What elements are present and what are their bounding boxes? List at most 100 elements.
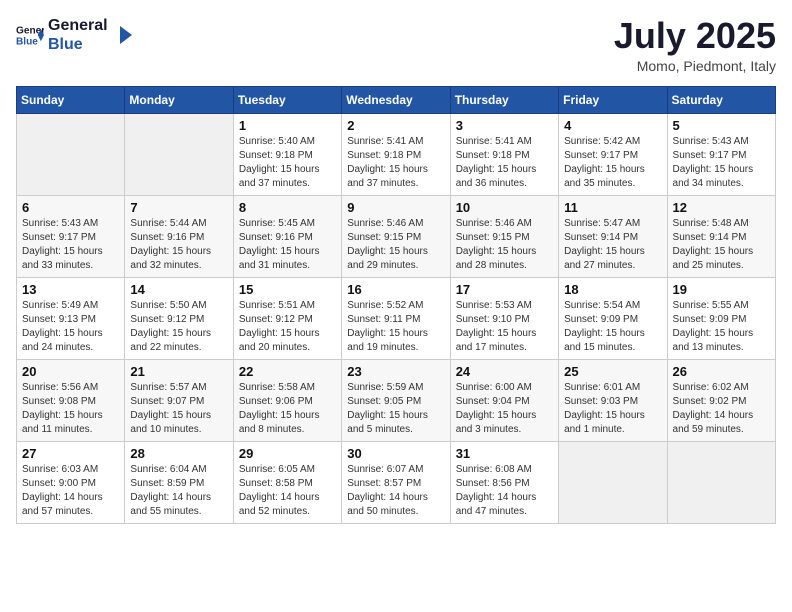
calendar-cell: 17 Sunrise: 5:53 AM Sunset: 9:10 PM Dayli…	[450, 277, 558, 359]
day-info: Sunrise: 5:55 AM Sunset: 9:09 PM Dayligh…	[673, 299, 770, 355]
calendar-cell	[17, 113, 125, 195]
calendar-cell: 14 Sunrise: 5:50 AM Sunset: 9:12 PM Dayli…	[125, 277, 233, 359]
calendar-cell: 12 Sunrise: 5:48 AM Sunset: 9:14 PM Dayli…	[667, 195, 775, 277]
calendar-week-row: 27Sunrise: 6:03 AM Sunset: 9:00 PM Dayli…	[17, 441, 776, 523]
weekday-header-friday: Friday	[559, 86, 667, 113]
weekday-header-monday: Monday	[125, 86, 233, 113]
day-info: Sunrise: 5:56 AM Sunset: 9:08 PM Dayligh…	[22, 381, 119, 437]
calendar-week-row: 1Sunrise: 5:40 AM Sunset: 9:18 PM Daylig…	[17, 113, 776, 195]
calendar-cell: 7 Sunrise: 5:44 AM Sunset: 9:16 PM Daylig…	[125, 195, 233, 277]
day-number: 15	[239, 282, 336, 297]
calendar-cell: 16Sunrise: 5:52 AM Sunset: 9:11 PM Dayli…	[342, 277, 450, 359]
day-info: Sunrise: 5:59 AM Sunset: 9:05 PM Dayligh…	[347, 381, 444, 437]
calendar-cell: 31Sunrise: 6:08 AM Sunset: 8:56 PM Dayli…	[450, 441, 558, 523]
day-number: 6	[22, 200, 119, 215]
logo-general-text: General	[48, 16, 108, 35]
day-info: Sunrise: 5:53 AM Sunset: 9:10 PM Dayligh…	[456, 299, 553, 355]
day-number: 14	[130, 282, 227, 297]
day-info: Sunrise: 6:01 AM Sunset: 9:03 PM Dayligh…	[564, 381, 661, 437]
day-info: Sunrise: 6:03 AM Sunset: 9:00 PM Dayligh…	[22, 463, 119, 519]
calendar-cell: 1Sunrise: 5:40 AM Sunset: 9:18 PM Daylig…	[233, 113, 341, 195]
day-number: 9	[347, 200, 444, 215]
day-info: Sunrise: 5:48 AM Sunset: 9:14 PM Dayligh…	[673, 217, 770, 273]
day-number: 1	[239, 118, 336, 133]
day-info: Sunrise: 5:44 AM Sunset: 9:16 PM Dayligh…	[130, 217, 227, 273]
logo: General Blue General Blue	[16, 16, 134, 54]
calendar-cell: 6 Sunrise: 5:43 AM Sunset: 9:17 PM Daylig…	[17, 195, 125, 277]
calendar-cell: 25 Sunrise: 6:01 AM Sunset: 9:03 PM Dayli…	[559, 359, 667, 441]
day-number: 26	[673, 364, 770, 379]
day-number: 23	[347, 364, 444, 379]
day-number: 24	[456, 364, 553, 379]
calendar-cell: 18 Sunrise: 5:54 AM Sunset: 9:09 PM Dayli…	[559, 277, 667, 359]
day-info: Sunrise: 5:46 AM Sunset: 9:15 PM Dayligh…	[347, 217, 444, 273]
day-number: 17	[456, 282, 553, 297]
weekday-header-thursday: Thursday	[450, 86, 558, 113]
day-number: 18	[564, 282, 661, 297]
day-number: 19	[673, 282, 770, 297]
day-number: 7	[130, 200, 227, 215]
day-number: 11	[564, 200, 661, 215]
calendar-cell: 10 Sunrise: 5:46 AM Sunset: 9:15 PM Dayli…	[450, 195, 558, 277]
calendar-cell: 13Sunrise: 5:49 AM Sunset: 9:13 PM Dayli…	[17, 277, 125, 359]
day-info: Sunrise: 5:54 AM Sunset: 9:09 PM Dayligh…	[564, 299, 661, 355]
weekday-header-row: SundayMondayTuesdayWednesdayThursdayFrid…	[17, 86, 776, 113]
location: Momo, Piedmont, Italy	[614, 58, 776, 74]
day-info: Sunrise: 5:46 AM Sunset: 9:15 PM Dayligh…	[456, 217, 553, 273]
calendar-cell: 24Sunrise: 6:00 AM Sunset: 9:04 PM Dayli…	[450, 359, 558, 441]
day-number: 12	[673, 200, 770, 215]
calendar-cell: 27Sunrise: 6:03 AM Sunset: 9:00 PM Dayli…	[17, 441, 125, 523]
day-number: 31	[456, 446, 553, 461]
calendar-cell: 29 Sunrise: 6:05 AM Sunset: 8:58 PM Dayli…	[233, 441, 341, 523]
day-number: 30	[347, 446, 444, 461]
weekday-header-wednesday: Wednesday	[342, 86, 450, 113]
day-info: Sunrise: 6:05 AM Sunset: 8:58 PM Dayligh…	[239, 463, 336, 519]
day-info: Sunrise: 6:07 AM Sunset: 8:57 PM Dayligh…	[347, 463, 444, 519]
day-number: 28	[130, 446, 227, 461]
calendar-cell: 9 Sunrise: 5:46 AM Sunset: 9:15 PM Daylig…	[342, 195, 450, 277]
day-number: 22	[239, 364, 336, 379]
day-info: Sunrise: 5:41 AM Sunset: 9:18 PM Dayligh…	[456, 135, 553, 191]
day-info: Sunrise: 6:04 AM Sunset: 8:59 PM Dayligh…	[130, 463, 227, 519]
day-number: 3	[456, 118, 553, 133]
calendar-cell: 4Sunrise: 5:42 AM Sunset: 9:17 PM Daylig…	[559, 113, 667, 195]
calendar-cell: 3 Sunrise: 5:41 AM Sunset: 9:18 PM Daylig…	[450, 113, 558, 195]
day-number: 29	[239, 446, 336, 461]
weekday-header-sunday: Sunday	[17, 86, 125, 113]
calendar-cell: 30 Sunrise: 6:07 AM Sunset: 8:57 PM Dayli…	[342, 441, 450, 523]
day-info: Sunrise: 5:51 AM Sunset: 9:12 PM Dayligh…	[239, 299, 336, 355]
calendar-week-row: 20Sunrise: 5:56 AM Sunset: 9:08 PM Dayli…	[17, 359, 776, 441]
calendar-cell: 20Sunrise: 5:56 AM Sunset: 9:08 PM Dayli…	[17, 359, 125, 441]
day-number: 2	[347, 118, 444, 133]
day-info: Sunrise: 6:02 AM Sunset: 9:02 PM Dayligh…	[673, 381, 770, 437]
day-number: 10	[456, 200, 553, 215]
day-number: 25	[564, 364, 661, 379]
calendar-cell: 23 Sunrise: 5:59 AM Sunset: 9:05 PM Dayli…	[342, 359, 450, 441]
title-block: July 2025 Momo, Piedmont, Italy	[614, 16, 776, 74]
weekday-header-saturday: Saturday	[667, 86, 775, 113]
calendar-cell: 15 Sunrise: 5:51 AM Sunset: 9:12 PM Dayli…	[233, 277, 341, 359]
day-info: Sunrise: 5:58 AM Sunset: 9:06 PM Dayligh…	[239, 381, 336, 437]
day-info: Sunrise: 5:43 AM Sunset: 9:17 PM Dayligh…	[22, 217, 119, 273]
calendar-week-row: 13Sunrise: 5:49 AM Sunset: 9:13 PM Dayli…	[17, 277, 776, 359]
calendar-cell: 26 Sunrise: 6:02 AM Sunset: 9:02 PM Dayli…	[667, 359, 775, 441]
day-info: Sunrise: 5:50 AM Sunset: 9:12 PM Dayligh…	[130, 299, 227, 355]
calendar-cell: 11Sunrise: 5:47 AM Sunset: 9:14 PM Dayli…	[559, 195, 667, 277]
calendar-cell: 28 Sunrise: 6:04 AM Sunset: 8:59 PM Dayli…	[125, 441, 233, 523]
day-number: 16	[347, 282, 444, 297]
day-number: 21	[130, 364, 227, 379]
month-title: July 2025	[614, 16, 776, 56]
calendar-cell: 22 Sunrise: 5:58 AM Sunset: 9:06 PM Dayli…	[233, 359, 341, 441]
page-header: General Blue General Blue July 2025 Momo…	[16, 16, 776, 74]
calendar-table: SundayMondayTuesdayWednesdayThursdayFrid…	[16, 86, 776, 524]
day-info: Sunrise: 5:42 AM Sunset: 9:17 PM Dayligh…	[564, 135, 661, 191]
day-info: Sunrise: 5:57 AM Sunset: 9:07 PM Dayligh…	[130, 381, 227, 437]
day-info: Sunrise: 5:43 AM Sunset: 9:17 PM Dayligh…	[673, 135, 770, 191]
calendar-cell: 8Sunrise: 5:45 AM Sunset: 9:16 PM Daylig…	[233, 195, 341, 277]
logo-arrow-icon	[112, 24, 134, 46]
svg-text:Blue: Blue	[16, 37, 38, 48]
logo-icon: General Blue	[16, 21, 44, 49]
calendar-cell: 5Sunrise: 5:43 AM Sunset: 9:17 PM Daylig…	[667, 113, 775, 195]
calendar-cell: 21 Sunrise: 5:57 AM Sunset: 9:07 PM Dayli…	[125, 359, 233, 441]
day-info: Sunrise: 5:41 AM Sunset: 9:18 PM Dayligh…	[347, 135, 444, 191]
